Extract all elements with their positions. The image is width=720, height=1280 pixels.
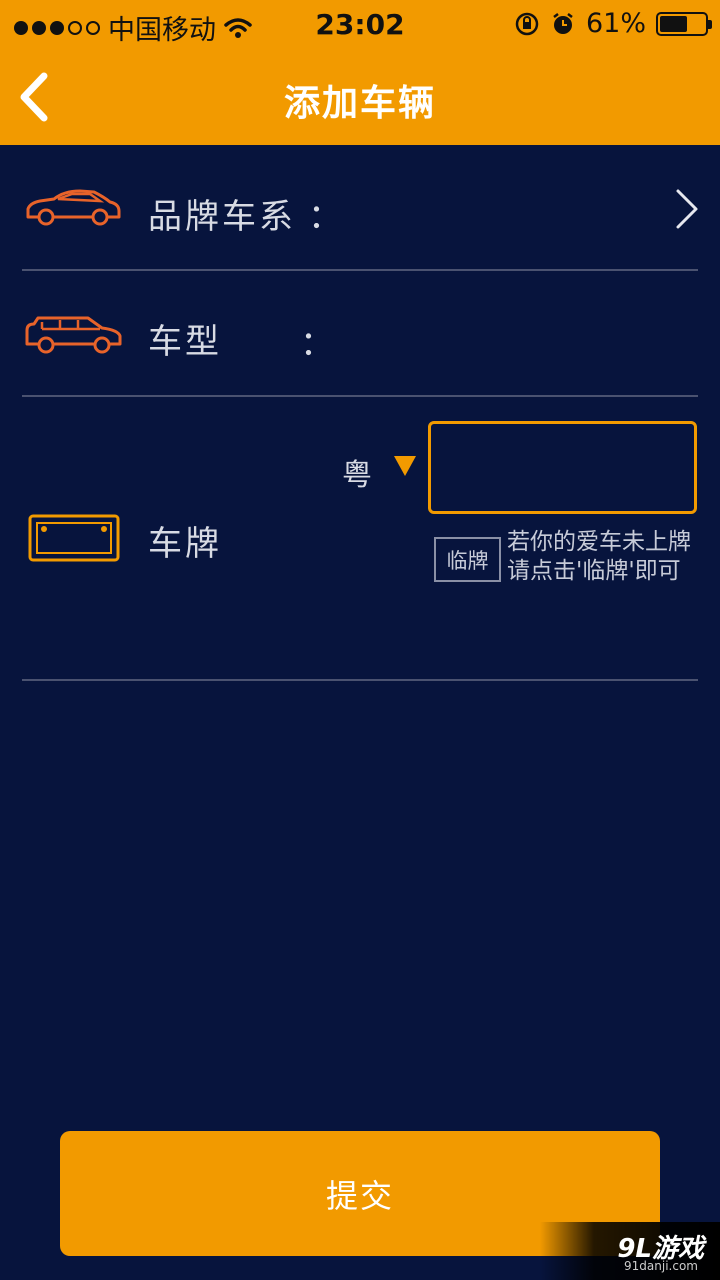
sedan-car-icon (26, 189, 121, 226)
rotation-lock-icon (515, 12, 539, 35)
car-model-row[interactable]: 车型 ： (22, 272, 698, 396)
divider (22, 679, 698, 681)
watermark-url: 91danji.com (624, 1259, 698, 1273)
page-title: 添加车辆 (283, 83, 436, 124)
license-plate-icon (28, 514, 120, 562)
temporary-plate-button[interactable]: 临牌 (434, 537, 501, 582)
plate-number-input[interactable] (428, 421, 697, 514)
wifi-icon (224, 17, 252, 38)
watermark: 9L游戏 91danji.com (540, 1222, 720, 1280)
alarm-icon (553, 12, 573, 34)
license-plate-label: 车牌 (148, 524, 222, 564)
status-right: 61% (514, 8, 712, 39)
suv-car-icon (25, 316, 122, 354)
status-bar: 中国移动 23:02 61% (0, 0, 720, 50)
status-left: 中国移动 (14, 8, 252, 47)
carrier-label: 中国移动 (108, 15, 216, 46)
divider (22, 269, 698, 271)
battery-percent: 61% (585, 8, 646, 39)
brand-series-row[interactable]: 品牌车系 ： (22, 145, 698, 270)
chevron-right-icon (676, 189, 698, 229)
brand-series-label: 品牌车系 (148, 197, 296, 237)
divider (22, 395, 698, 397)
brand-series-colon: ： (308, 197, 345, 237)
car-model-label: 车型 (148, 322, 222, 362)
signal-dots-icon (14, 20, 100, 35)
province-selector[interactable]: 粤 (342, 450, 372, 494)
province-dropdown-icon[interactable] (394, 456, 416, 476)
battery-fill (660, 15, 687, 32)
nav-bar: 添加车辆 (0, 50, 720, 145)
battery-icon (656, 11, 712, 36)
temporary-plate-hint: 若你的爱车未上牌请点击'临牌'即可 (507, 529, 691, 584)
car-model-colon: ： (300, 324, 337, 364)
